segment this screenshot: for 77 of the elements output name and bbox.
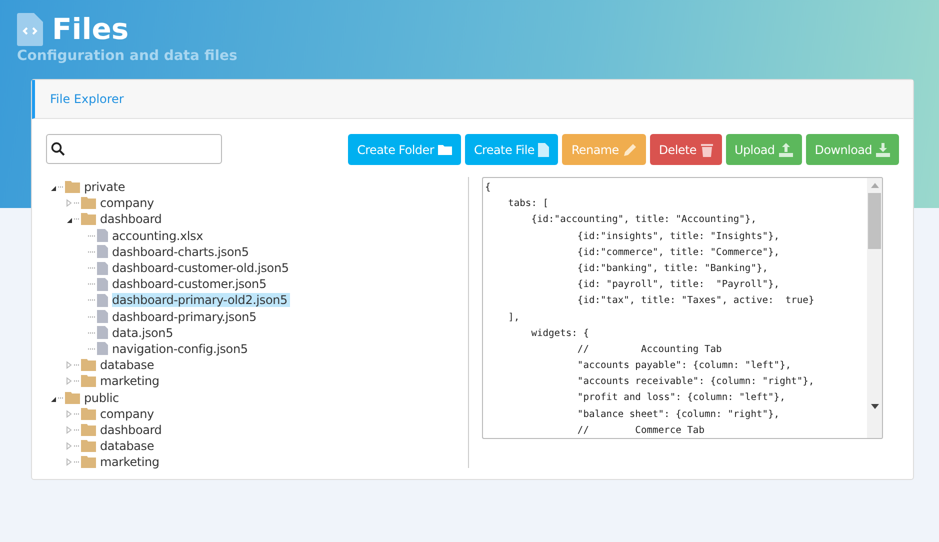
collapsed-arrow-icon[interactable] [66,376,80,386]
folder-icon [65,181,80,194]
file-item[interactable]: accounting.xlsx [112,228,206,243]
code-line: {id:"commerce", title: "Commerce"}, [576,246,781,260]
file-item[interactable]: dashboard-primary-old2.json5 [112,293,290,308]
file-icon [97,342,108,356]
collapsed-arrow-icon[interactable] [66,360,80,370]
upload-icon [778,142,793,156]
folder-icon [81,408,96,420]
code-line: {id: "payroll", title: "Payroll"}, [576,278,781,292]
file-icon [97,294,108,307]
download-icon [876,142,890,156]
collapsed-arrow-icon[interactable] [66,198,80,208]
folder-item[interactable]: database [100,358,158,372]
page-title: Files [52,12,129,46]
delete-button[interactable]: Delete [650,134,722,165]
folder-item[interactable]: company [100,406,157,421]
scroll-down-icon[interactable] [870,404,878,409]
search-icon [51,142,65,156]
code-line: widgets: { [530,326,590,341]
folder-icon [65,392,80,404]
file-icon [97,229,108,242]
collapsed-arrow-icon[interactable] [66,424,80,435]
file-item[interactable]: dashboard-primary.json5 [112,310,260,324]
file-icon [97,310,108,324]
file-item[interactable]: data.json5 [112,326,176,340]
folder-item[interactable]: public [84,390,122,405]
code-line: ], [507,310,521,324]
folder-item[interactable]: dashboard [100,422,165,437]
pencil-icon [622,142,637,156]
file-icon [538,142,550,156]
code-line: "accounts receivable": {column: "right"}, [576,375,816,390]
file-item[interactable]: dashboard-charts.json5 [112,244,252,259]
code-line: "profit and loss": {column: "left"}, [576,391,786,406]
folder-item[interactable]: private [84,180,128,194]
folder-icon [438,144,452,155]
code-line: {id:"accounting", title: "Accounting"}, [530,213,758,228]
code-line: // Accounting Tab [576,342,723,357]
trash-icon [700,142,712,156]
code-file-icon [17,12,43,46]
folder-item[interactable]: marketing [100,455,162,470]
folder-icon [81,375,96,388]
code-line: {id:"tax", title: "Taxes", active: true} [576,294,816,308]
folder-icon [81,456,96,468]
code-line: { [485,181,492,195]
file-icon [97,262,108,275]
file-item[interactable]: navigation-config.json5 [112,342,251,356]
scrollbar-thumb[interactable] [868,193,881,249]
folder-icon [81,213,96,226]
file-icon [97,245,108,258]
code-line: "balance sheet": {column: "right"}, [576,408,781,422]
code-line: "accounts payable": {column: "left"}, [576,359,792,374]
folder-icon [81,440,96,452]
file-icon [97,278,108,291]
search-field[interactable] [46,134,222,164]
page-subtitle: Configuration and data files [17,48,238,64]
scroll-up-icon[interactable] [870,183,878,188]
collapsed-arrow-icon[interactable] [66,408,80,419]
folder-item[interactable]: marketing [100,374,162,388]
code-line: {id:"banking", title: "Banking"}, [576,262,770,276]
collapsed-arrow-icon[interactable] [66,441,80,452]
scrollbar[interactable] [867,178,882,438]
folder-item[interactable]: dashboard [100,212,165,226]
file-item[interactable]: dashboard-customer.json5 [112,277,270,292]
code-line: {id:"insights", title: "Insights"}, [576,230,781,244]
code-editor[interactable] [482,177,883,439]
folder-icon [81,424,96,436]
file-item[interactable]: dashboard-customer-old.json5 [112,261,292,276]
collapsed-arrow-icon[interactable] [66,457,80,468]
code-line: // Commerce Tab [576,424,706,438]
code-line: tabs: [ [507,197,550,212]
folder-icon [81,197,96,210]
folder-item[interactable]: company [100,196,157,210]
folder-item[interactable]: database [100,439,158,454]
card-title: File Explorer [50,92,124,106]
folder-icon [81,359,96,372]
file-icon [97,326,108,340]
